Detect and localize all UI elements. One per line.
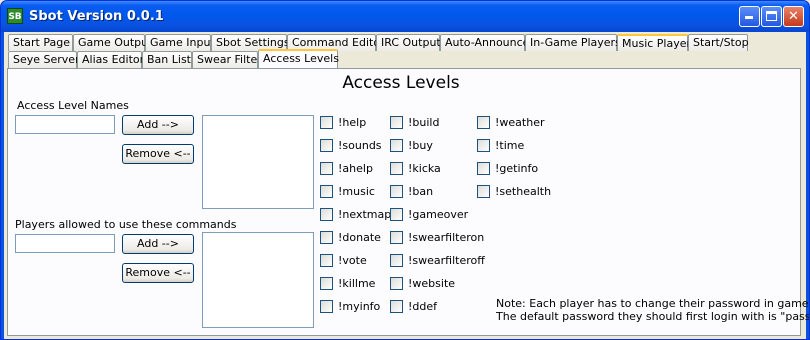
tab-seye-server[interactable]: Seye Server (8, 51, 80, 68)
password-note: Note: Each player has to change their pa… (496, 297, 810, 323)
tab-ban-list[interactable]: Ban List (142, 51, 192, 68)
access-level-names-label: Access Level Names (17, 99, 129, 112)
title-bar[interactable]: SB Sbot Version 0.0.1 ✕ (1, 1, 809, 32)
app-icon: SB (7, 8, 23, 24)
tab-game-input[interactable]: Game Input (145, 34, 215, 51)
close-icon: ✕ (788, 9, 799, 24)
tab-start-page[interactable]: Start Page (8, 34, 73, 51)
checkbox-icon[interactable] (390, 139, 403, 152)
checkbox-icon[interactable] (390, 254, 403, 267)
checkbox-icon[interactable] (390, 277, 403, 290)
remove-access-level-button[interactable]: Remove <-- (122, 144, 194, 164)
checkbox-icon[interactable] (320, 254, 333, 267)
note-line-2: The default password they should first l… (496, 310, 810, 323)
checkbox-icon[interactable] (390, 185, 403, 198)
minimize-button[interactable] (739, 6, 760, 27)
checkbox-icon[interactable] (320, 208, 333, 221)
checkbox-icon[interactable] (320, 300, 333, 313)
checkbox-icon[interactable] (390, 208, 403, 221)
tab-auto-announce[interactable]: Auto-Announce (440, 34, 529, 51)
tab-game-output[interactable]: Game Output (73, 34, 152, 51)
maximize-button[interactable] (761, 6, 782, 27)
players-allowed-label: Players allowed to use these commands (15, 218, 237, 231)
player-name-input[interactable] (15, 234, 115, 253)
note-line-1: Note: Each player has to change their pa… (496, 297, 810, 310)
close-button[interactable]: ✕ (783, 6, 804, 27)
checkbox-icon[interactable] (477, 116, 490, 129)
checkbox-icon[interactable] (390, 231, 403, 244)
players-list[interactable] (202, 232, 314, 328)
tab-access-levels[interactable]: Access Levels (258, 49, 339, 68)
tab-music-player[interactable]: Music Player (617, 34, 691, 51)
client-area: Start Page Game Output Game Input Sbot S… (4, 32, 809, 339)
checkbox-icon[interactable] (390, 116, 403, 129)
app-window: SB Sbot Version 0.0.1 ✕ Start Page Game … (0, 0, 810, 340)
checkbox-icon[interactable] (390, 162, 403, 175)
add-access-level-button[interactable]: Add --> (122, 115, 194, 135)
page-title: Access Levels (342, 73, 460, 93)
checkbox-icon[interactable] (390, 300, 403, 313)
checkbox-icon[interactable] (477, 162, 490, 175)
add-player-button[interactable]: Add --> (122, 234, 194, 254)
tab-start-stop[interactable]: Start/Stop (688, 34, 749, 51)
tab-in-game-players[interactable]: In-Game Players (525, 34, 621, 51)
window-title: Sbot Version 0.0.1 (29, 9, 164, 24)
maximize-icon (766, 11, 777, 21)
checkbox-icon[interactable] (477, 185, 490, 198)
checkbox-icon[interactable] (320, 277, 333, 290)
tab-swear-filter[interactable]: Swear Filter (192, 51, 262, 68)
access-level-name-input[interactable] (15, 115, 115, 134)
checkbox-icon[interactable] (320, 116, 333, 129)
checkbox-icon[interactable] (320, 139, 333, 152)
minimize-icon (745, 16, 753, 19)
access-level-list[interactable] (202, 115, 314, 209)
checkbox-icon[interactable] (320, 162, 333, 175)
remove-player-button[interactable]: Remove <-- (122, 263, 194, 283)
checkbox-icon[interactable] (320, 231, 333, 244)
checkbox-icon[interactable] (477, 139, 490, 152)
tab-irc-output[interactable]: IRC Output (376, 34, 441, 51)
checkbox-icon[interactable] (320, 185, 333, 198)
tab-alias-editor[interactable]: Alias Editor (77, 51, 144, 68)
